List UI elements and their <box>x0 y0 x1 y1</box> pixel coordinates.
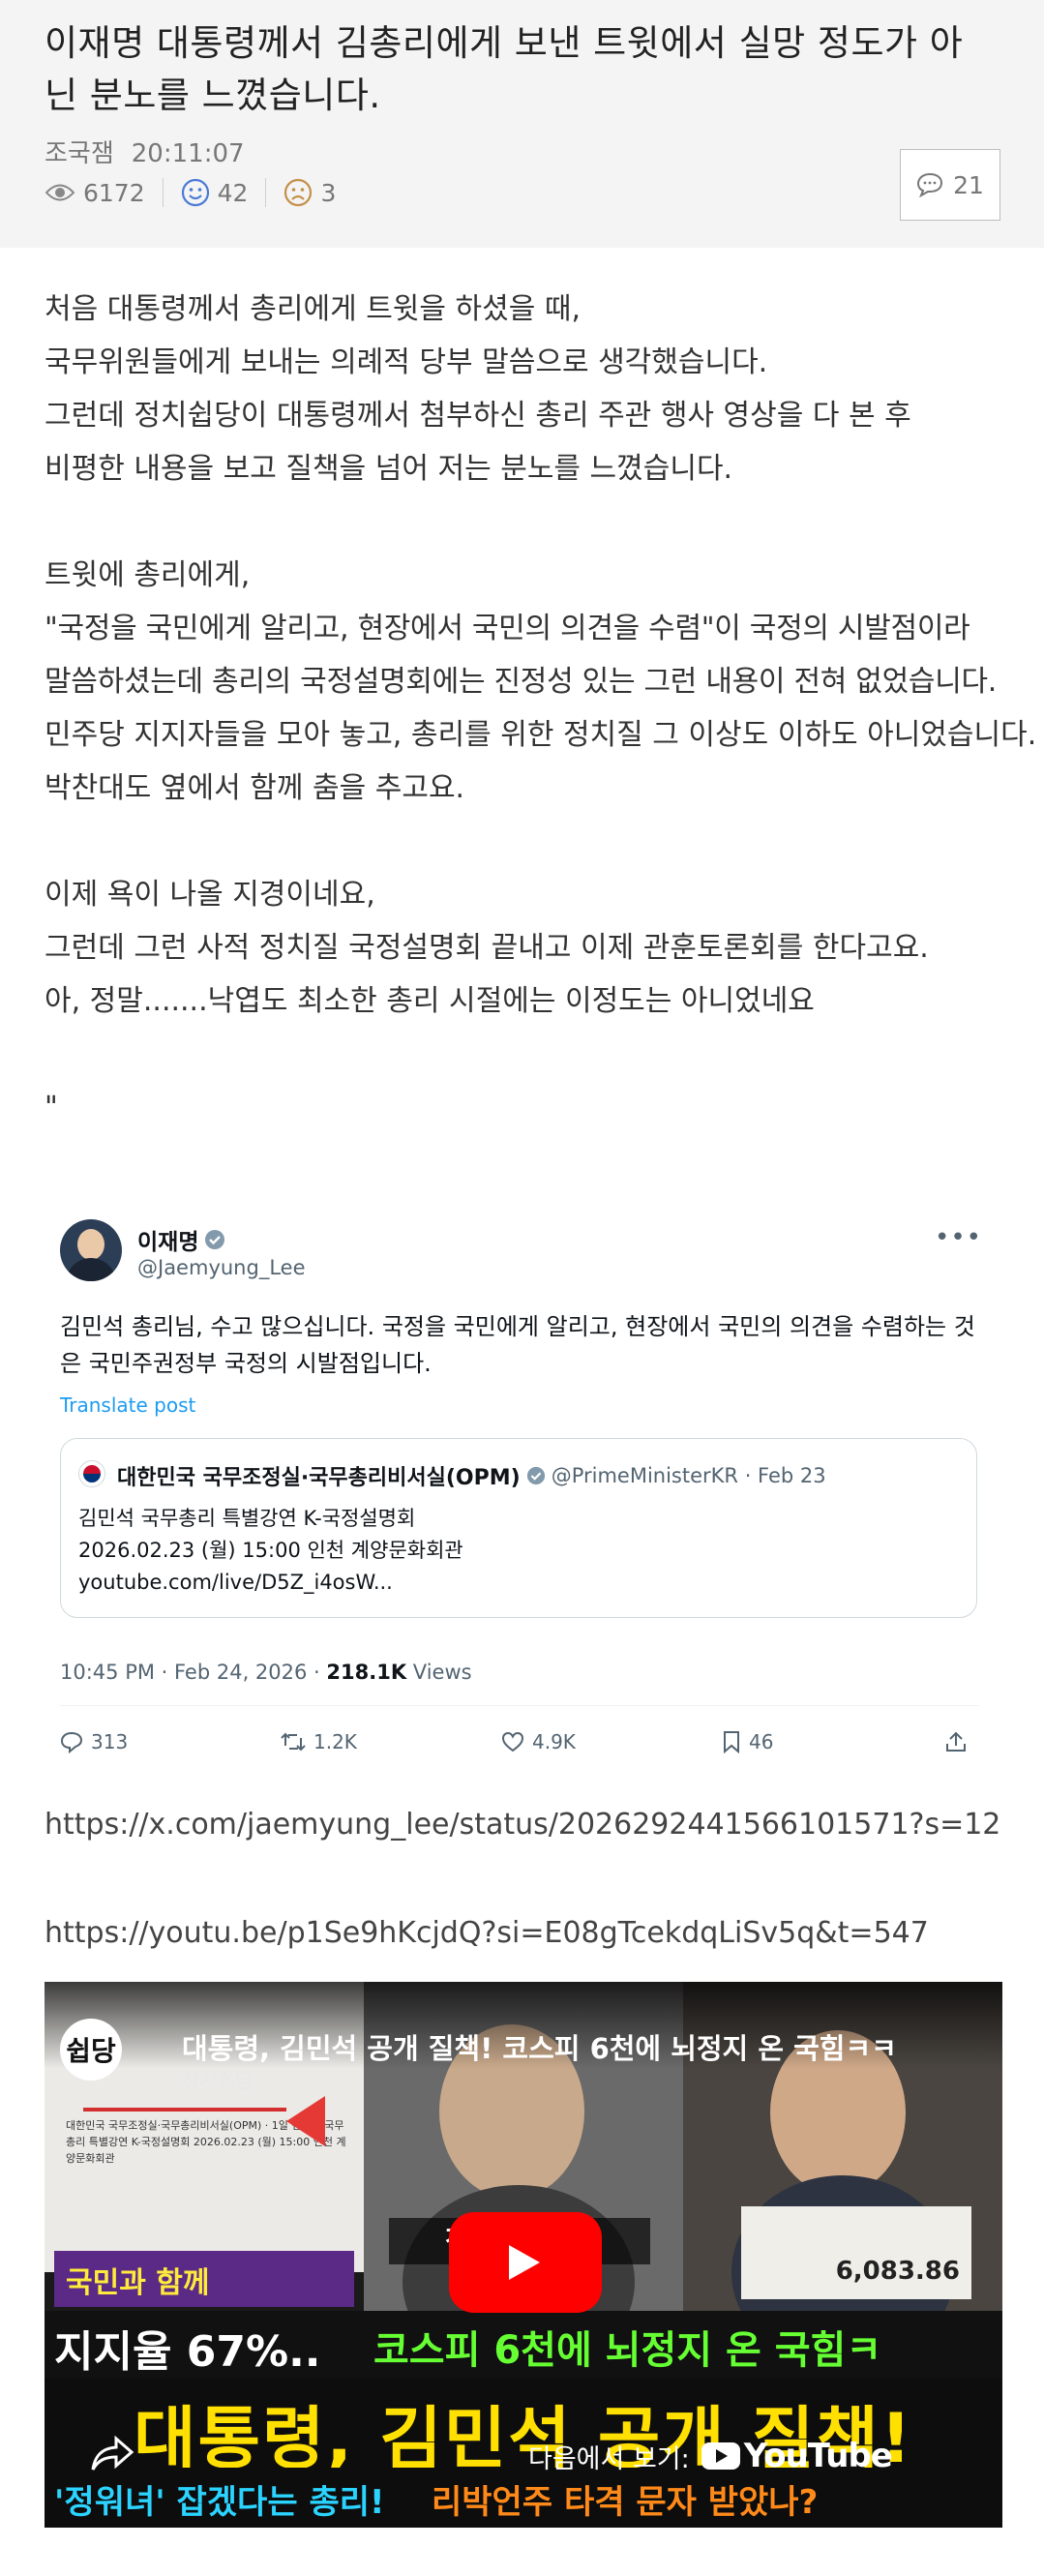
divider <box>60 1705 979 1706</box>
reply-button[interactable]: 313 <box>60 1730 281 1753</box>
post-header: 이재명 대통령께서 김총리에게 보낸 트윗에서 실망 정도가 아닌 분노를 느꼈… <box>0 0 1044 248</box>
divider <box>265 178 267 207</box>
thumbnail-headline-1: 지지율 67%.. 코스피 6천에 뇌정지 온 국힘ㅋ <box>45 2311 1002 2379</box>
channel-logo[interactable]: 쉽당 <box>60 2019 122 2081</box>
newspaper-figure: 6,083.86 <box>741 2206 971 2299</box>
retweet-icon <box>281 1732 306 1752</box>
reply-icon <box>60 1731 83 1753</box>
body-line: 처음 대통령께서 총리에게 트윗을 하셨을 때, <box>45 292 582 326</box>
quoted-tweet-header: 대한민국 국무조정실·국무총리비서실(OPM) @PrimeMinisterKR… <box>117 1460 826 1491</box>
author-name[interactable]: 조국잼 <box>45 139 114 168</box>
divider <box>162 178 164 207</box>
quoted-body: 김민석 국무총리 특별강연 K-국정설명회 2026.02.23 (월) 15:… <box>78 1503 463 1599</box>
post-meta: 조국잼 20:11:07 <box>45 134 245 169</box>
tweet-text: 김민석 총리님, 수고 많으십니다. 국정을 국민에게 알리고, 현장에서 국민… <box>60 1313 975 1377</box>
video-channel-name[interactable]: 정치쉽당 <box>182 2065 254 2093</box>
highlight-underline <box>83 2108 286 2112</box>
post-body: 처음 대통령께서 총리에게 트윗을 하셨을 때, 국무위원들에게 보내는 의례적… <box>45 283 1037 1134</box>
video-title[interactable]: 대통령, 김민석 공개 질책! 코스피 6천에 뇌정지 온 국힘ㅋㅋ <box>182 2026 897 2067</box>
play-icon <box>509 2245 540 2280</box>
view-count: 6172 <box>45 179 145 207</box>
post-title: 이재명 대통령께서 김총리에게 보낸 트윗에서 실망 정도가 아닌 분노를 느꼈… <box>45 22 964 116</box>
verified-badge-icon <box>205 1230 225 1249</box>
share-icon <box>946 1731 966 1752</box>
body-line: 박찬대도 옆에서 함께 춤을 추고요. <box>45 771 465 805</box>
body-line: 트윗에 총리에게, <box>45 558 251 592</box>
body-line: 민주당 지지자들을 모아 놓고, 총리를 위한 정치질 그 이상도 이하도 아니… <box>45 718 1037 752</box>
retweet-button[interactable]: 1.2K <box>281 1730 501 1753</box>
tweet-author-handle[interactable]: @Jaemyung_Lee <box>137 1256 306 1279</box>
body-line: 그런데 정치쉽당이 대통령께서 첨부하신 총리 주관 행사 영상을 다 본 후 <box>45 399 911 433</box>
thumbnail-banner: 국민과 함께 <box>54 2251 354 2307</box>
share-arrow-icon[interactable] <box>89 2435 135 2473</box>
share-button[interactable] <box>944 1730 975 1753</box>
quoted-author-name: 대한민국 국무조정실·국무총리비서실(OPM) <box>117 1466 521 1490</box>
comment-count-button[interactable]: 21 <box>900 149 1000 221</box>
avatar[interactable] <box>60 1219 122 1281</box>
watch-on-youtube-button[interactable]: 다음에서 보기: YouTube <box>528 2431 983 2481</box>
x-post-link[interactable]: https://x.com/jaemyung_lee/status/202629… <box>45 1808 1000 1842</box>
youtube-logo: YouTube <box>701 2437 893 2475</box>
smile-icon <box>181 178 209 207</box>
like-button[interactable]: 42 <box>181 178 248 207</box>
body-line: 국무위원들에게 보내는 의례적 당부 말씀으로 생각했습니다. <box>45 345 768 379</box>
body-line: " <box>45 1091 58 1124</box>
tweet-actions: 313 1.2K 4.9K 46 <box>60 1730 979 1753</box>
play-button[interactable] <box>449 2212 602 2313</box>
heart-icon <box>501 1731 524 1752</box>
more-options-icon[interactable]: ••• <box>935 1223 982 1252</box>
red-arrow-icon <box>286 2096 325 2146</box>
like-button[interactable]: 4.9K <box>501 1730 722 1753</box>
body-line: 아, 정말.......낙엽도 최소한 총리 시절에는 이정도는 아니었네요 <box>45 984 815 1018</box>
eye-icon <box>45 184 75 201</box>
youtube-link[interactable]: https://youtu.be/p1Se9hKcjdQ?si=E08gTcek… <box>45 1916 929 1950</box>
translate-link[interactable]: Translate post <box>60 1393 195 1417</box>
verified-badge-icon <box>526 1466 545 1485</box>
youtube-play-icon <box>701 2442 740 2470</box>
quoted-tweet[interactable]: 대한민국 국무조정실·국무총리비서실(OPM) @PrimeMinisterKR… <box>60 1438 977 1618</box>
speech-bubble-icon <box>917 172 943 197</box>
post-stats: 6172 42 3 <box>45 178 336 207</box>
dislike-button[interactable]: 3 <box>283 178 336 207</box>
government-logo-icon <box>78 1460 105 1487</box>
tweet-author-name[interactable]: 이재명 <box>137 1223 225 1256</box>
sad-face-icon <box>284 178 313 207</box>
youtube-video-embed[interactable]: 대한민국 국무조정실·국무총리비서실(OPM) · 1일 김민석 국무총리 특별… <box>45 1982 1002 2528</box>
bookmark-icon <box>724 1731 739 1753</box>
tweet-timestamp: 10:45 PM · Feb 24, 2026 · 218.1K Views <box>60 1661 472 1684</box>
body-line: 이제 욕이 나올 지경이네요, <box>45 878 375 912</box>
body-line: 비평한 내용을 보고 질책을 넘어 저는 분노를 느꼈습니다. <box>45 452 733 486</box>
embedded-tweet[interactable]: 이재명 @Jaemyung_Lee ••• 김민석 총리님, 수고 많으십니다.… <box>45 1188 993 1777</box>
quoted-meta: @PrimeMinisterKR · Feb 23 <box>551 1464 826 1487</box>
tweet-view-count: 218.1K <box>326 1661 407 1684</box>
body-line: 그런데 그런 사적 정치질 국정설명회 끝내고 이제 관훈토론회를 한다고요. <box>45 931 929 965</box>
quoted-link[interactable]: youtube.com/live/D5Z_i4osW... <box>78 1567 463 1599</box>
body-line: "국정을 국민에게 알리고, 현장에서 국민의 의견을 수렴"이 국정의 시발점… <box>45 612 998 699</box>
post-time: 20:11:07 <box>131 139 245 168</box>
bookmark-button[interactable]: 46 <box>722 1730 944 1753</box>
